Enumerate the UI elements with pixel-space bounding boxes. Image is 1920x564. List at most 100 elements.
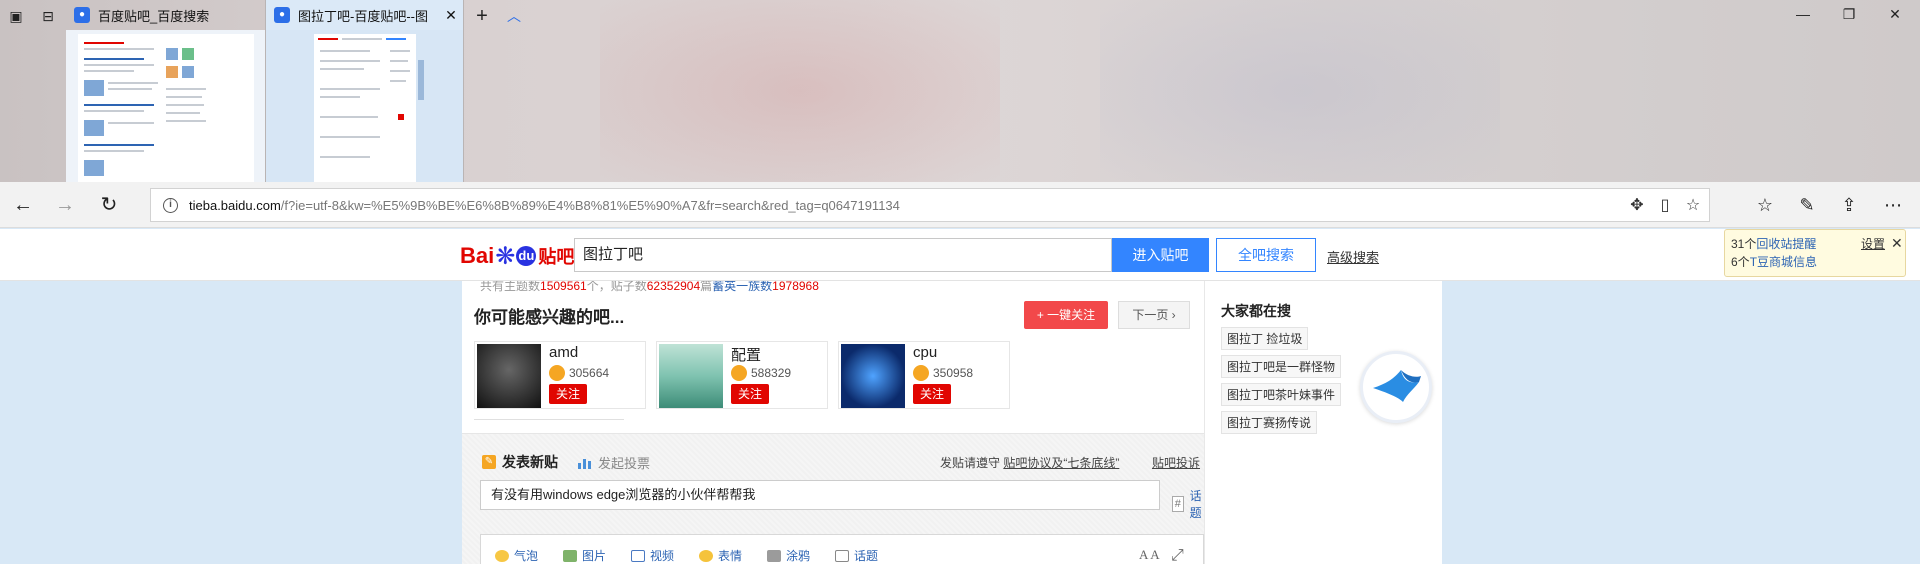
tab-list-icon[interactable]: ⊟ <box>40 8 56 24</box>
hashtag-icon: # <box>1172 496 1184 512</box>
cpu-bar-avatar[interactable] <box>841 344 905 408</box>
tdou-mall-link[interactable]: T豆商城信息 <box>1750 255 1817 269</box>
notify-line-2[interactable]: 6个T豆商城信息 <box>1731 253 1899 271</box>
baidu-paw-icon: ❋ <box>495 242 516 270</box>
follower-count: 350958 <box>933 366 974 380</box>
expand-editor-icon[interactable]: ⤢ <box>1171 547 1184 564</box>
toolbar-label: 图片 <box>582 549 607 563</box>
new-post-area: ✎ 发表新贴 发起投票 发贴请遵守 贴吧协议及“七条底线” 贴吧投诉 有没有用w… <box>462 433 1204 564</box>
back-icon[interactable]: ← <box>10 192 36 218</box>
search-input[interactable]: 图拉丁吧 <box>574 238 1112 272</box>
tab-tulading[interactable]: ● 图拉丁吧-百度贴吧--图 ✕ <box>266 0 464 182</box>
logo-du-text: du <box>516 246 537 266</box>
extension-icon[interactable]: ✥ <box>1627 197 1647 215</box>
url-text[interactable]: tieba.baidu.com/f?ie=utf-8&kw=%E5%9B%BE%… <box>189 198 900 213</box>
minimize-icon[interactable]: — <box>1780 6 1826 26</box>
forward-icon[interactable]: → <box>52 192 78 218</box>
share-icon[interactable]: ⇪ <box>1836 193 1862 217</box>
complain-link[interactable]: 贴吧投诉 <box>1152 454 1200 471</box>
navigation-bar: ← → ↻ i tieba.baidu.com/f?ie=utf-8&kw=%E… <box>0 182 1920 228</box>
user-icon <box>913 365 929 381</box>
topic-label: 话题 <box>1189 489 1202 520</box>
url-path: /f?ie=utf-8&kw=%E5%9B%BE%E6%8B%89%E4%B8%… <box>280 198 900 213</box>
image-icon <box>563 549 577 562</box>
hot-search-tag[interactable]: 图拉丁赛扬传说 <box>1221 411 1318 434</box>
tab-title: 百度贴吧_百度搜索 <box>98 8 210 24</box>
rules-link[interactable]: 贴吧协议及“七条底线” <box>1003 456 1119 470</box>
member-count: 1978968 <box>772 279 819 293</box>
bar-name[interactable]: amd <box>549 344 578 361</box>
close-tab-icon[interactable]: ✕ <box>439 7 463 24</box>
show-previews-icon[interactable]: ︿ <box>506 8 522 24</box>
set-aside-tabs-icon[interactable]: ▣ <box>8 8 24 24</box>
stats-label: 篇 <box>700 279 713 293</box>
bar-name[interactable]: 配置 <box>731 344 761 365</box>
address-bar[interactable]: i tieba.baidu.com/f?ie=utf-8&kw=%E5%9B%B… <box>150 188 1710 222</box>
web-note-icon[interactable]: ✎ <box>1794 193 1820 217</box>
bar-card-amd[interactable]: amd 305664 关注 <box>474 341 646 409</box>
image-button[interactable]: 图片 <box>563 547 606 564</box>
close-icon[interactable]: ✕ <box>1872 6 1918 26</box>
post-count: 62352904 <box>646 279 701 293</box>
main-content: 共有主题数1509561个，贴子数62352904篇蓄英一族数1978968 你… <box>462 279 1442 564</box>
xunlei-bird-icon[interactable] <box>1360 351 1432 423</box>
more-icon[interactable]: ⋯ <box>1880 193 1906 217</box>
tab-baidu-search[interactable]: ● 百度贴吧_百度搜索 <box>66 0 266 182</box>
close-icon[interactable]: ✕ <box>1891 234 1903 252</box>
url-domain: tieba.baidu.com <box>189 198 281 213</box>
next-page-button[interactable]: 下一页 › <box>1118 301 1190 329</box>
tab-title: 图拉丁吧-百度贴吧--图 <box>298 8 428 24</box>
bar-card-cpu[interactable]: cpu 350958 关注 <box>838 341 1010 409</box>
member-group-link[interactable]: 蓄英一族数 <box>712 279 772 293</box>
advanced-search-link[interactable]: 高级搜索 <box>1327 247 1379 266</box>
follow-button[interactable]: 关注 <box>549 384 587 404</box>
new-tab-icon[interactable]: + <box>474 6 490 26</box>
recycle-reminder-link[interactable]: 回收站提醒 <box>1756 237 1816 251</box>
notify-count: 6个 <box>1731 255 1750 269</box>
follow-button[interactable]: 关注 <box>913 384 951 404</box>
reading-view-icon[interactable]: ▯ <box>1655 197 1675 215</box>
favorites-hub-icon[interactable]: ☆ <box>1752 193 1778 217</box>
vote-label: 发起投票 <box>598 456 651 471</box>
follow-button[interactable]: 关注 <box>731 384 769 404</box>
enter-bar-button[interactable]: 进入贴吧 <box>1112 238 1209 272</box>
video-button[interactable]: 视频 <box>631 547 674 564</box>
hot-search-tag[interactable]: 图拉丁吧是一群怪物 <box>1221 355 1342 378</box>
favorite-star-icon[interactable]: ☆ <box>1683 197 1703 215</box>
notify-settings-link[interactable]: 设置 <box>1861 235 1885 253</box>
video-icon <box>631 549 645 562</box>
next-page-label: 下一页 <box>1132 308 1169 322</box>
baidu-tieba-logo[interactable]: Bai ❋ du 贴吧 <box>460 239 574 273</box>
doodle-icon <box>767 549 781 562</box>
topic-button[interactable]: # 话题 <box>1172 487 1206 521</box>
font-size-icon[interactable]: A A <box>1139 547 1160 563</box>
search-all-button[interactable]: 全吧搜索 <box>1216 238 1316 272</box>
bar-name[interactable]: cpu <box>913 344 937 361</box>
hot-search-title: 大家都在搜 <box>1221 303 1291 319</box>
config-bar-avatar[interactable] <box>659 344 723 408</box>
baidu-paw-icon: ● <box>74 7 90 23</box>
tab-strip: ▣ ⊟ ● 百度贴吧_百度搜索 ● 图拉丁吧-百度贴吧--图 ✕ + ︿ — ❐… <box>0 0 1920 182</box>
emoji-button[interactable]: 表情 <box>699 547 742 564</box>
start-vote-tab[interactable]: 发起投票 <box>578 453 650 472</box>
follow-all-button[interactable]: + 一键关注 <box>1024 301 1108 329</box>
restore-icon[interactable]: ❐ <box>1826 6 1872 26</box>
hot-search-panel: 大家都在搜 图拉丁 捡垃圾 图拉丁吧是一群怪物 图拉丁吧茶叶妹事件 图拉丁赛扬传… <box>1204 281 1442 564</box>
site-info-icon[interactable]: i <box>163 198 178 213</box>
new-post-tab[interactable]: ✎ 发表新贴 <box>482 452 558 472</box>
toolbar-label: 视频 <box>650 549 675 563</box>
vote-chart-icon <box>578 457 592 469</box>
refresh-icon[interactable]: ↻ <box>96 192 122 218</box>
hot-search-tag[interactable]: 图拉丁吧茶叶妹事件 <box>1221 383 1342 406</box>
doodle-button[interactable]: 涂鸦 <box>767 547 810 564</box>
hot-search-tag[interactable]: 图拉丁 捡垃圾 <box>1221 327 1309 350</box>
post-rules: 发贴请遵守 贴吧协议及“七条底线” <box>940 454 1119 471</box>
bubble-button[interactable]: 气泡 <box>495 547 538 564</box>
emoji-icon <box>699 549 713 562</box>
topic-count: 1509561 <box>540 279 587 293</box>
amd-bar-avatar[interactable] <box>477 344 541 408</box>
post-title-input[interactable]: 有没有用windows edge浏览器的小伙伴帮帮我 <box>480 480 1160 510</box>
topic-toolbar-button[interactable]: 话题 <box>835 547 878 564</box>
follower-count: 588329 <box>751 366 792 380</box>
bar-card-config[interactable]: 配置 588329 关注 <box>656 341 828 409</box>
